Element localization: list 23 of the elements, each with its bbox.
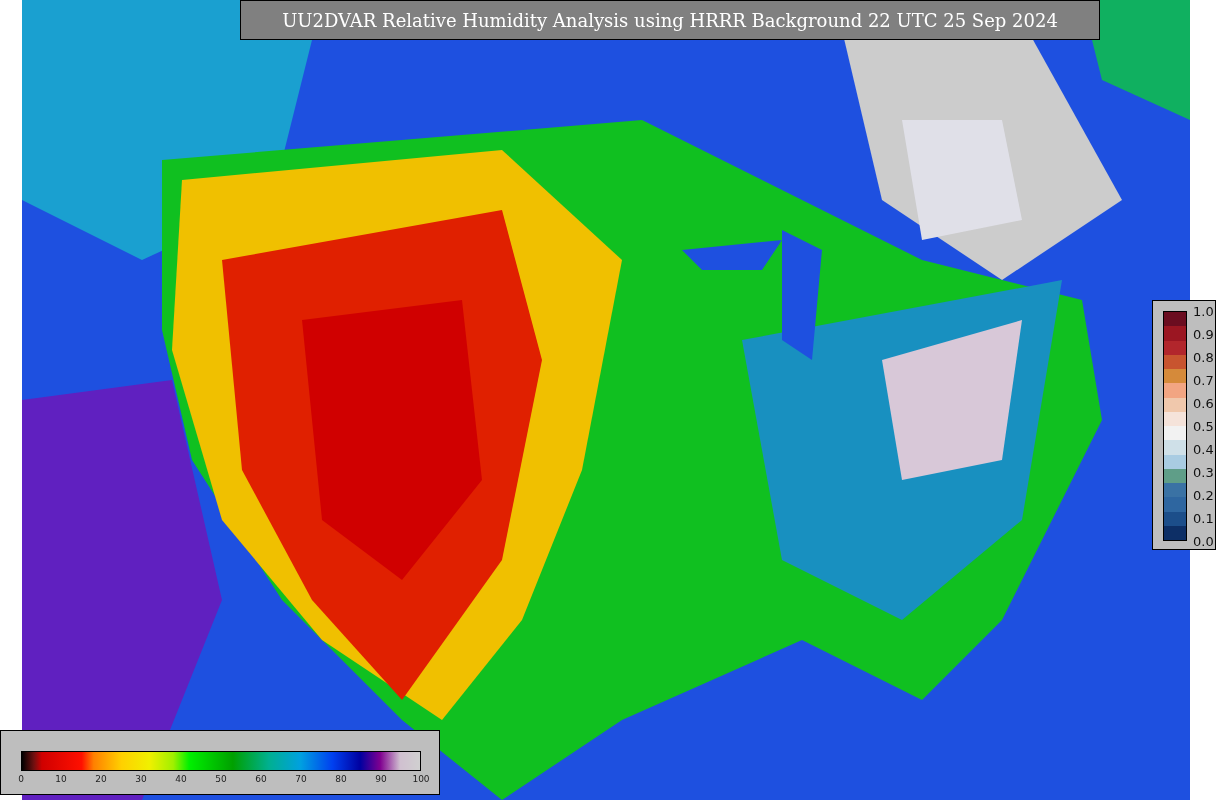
tick-label: 0.7 (1193, 373, 1214, 387)
tick-label: 50 (215, 775, 227, 784)
tick-label: 90 (375, 775, 387, 784)
tick-label: 70 (295, 775, 307, 784)
tick-label: 10 (55, 775, 67, 784)
tick-label: 60 (255, 775, 267, 784)
tick-label: 0.5 (1193, 419, 1214, 433)
tick-label: 0.4 (1193, 442, 1214, 456)
tick-label: 100 (412, 775, 430, 784)
tick-label: 0 (18, 775, 24, 784)
tick-label: 0.0 (1193, 534, 1214, 548)
tick-label: 0.9 (1193, 327, 1214, 341)
tick-label: 80 (335, 775, 347, 784)
tick-label: 0.6 (1193, 396, 1214, 410)
tick-label: 0.1 (1193, 511, 1214, 525)
tick-label: 30 (135, 775, 147, 784)
map-title: UU2DVAR Relative Humidity Analysis using HRRR Background 22 UTC 25 Sep 2024 (240, 0, 1100, 40)
tick-label: 40 (175, 775, 187, 784)
tick-label: 0.2 (1193, 488, 1214, 502)
tick-label: 0.8 (1193, 350, 1214, 364)
tick-label: 1.0 (1193, 304, 1214, 318)
tick-label: 0.3 (1193, 465, 1214, 479)
tick-label: 20 (95, 775, 107, 784)
